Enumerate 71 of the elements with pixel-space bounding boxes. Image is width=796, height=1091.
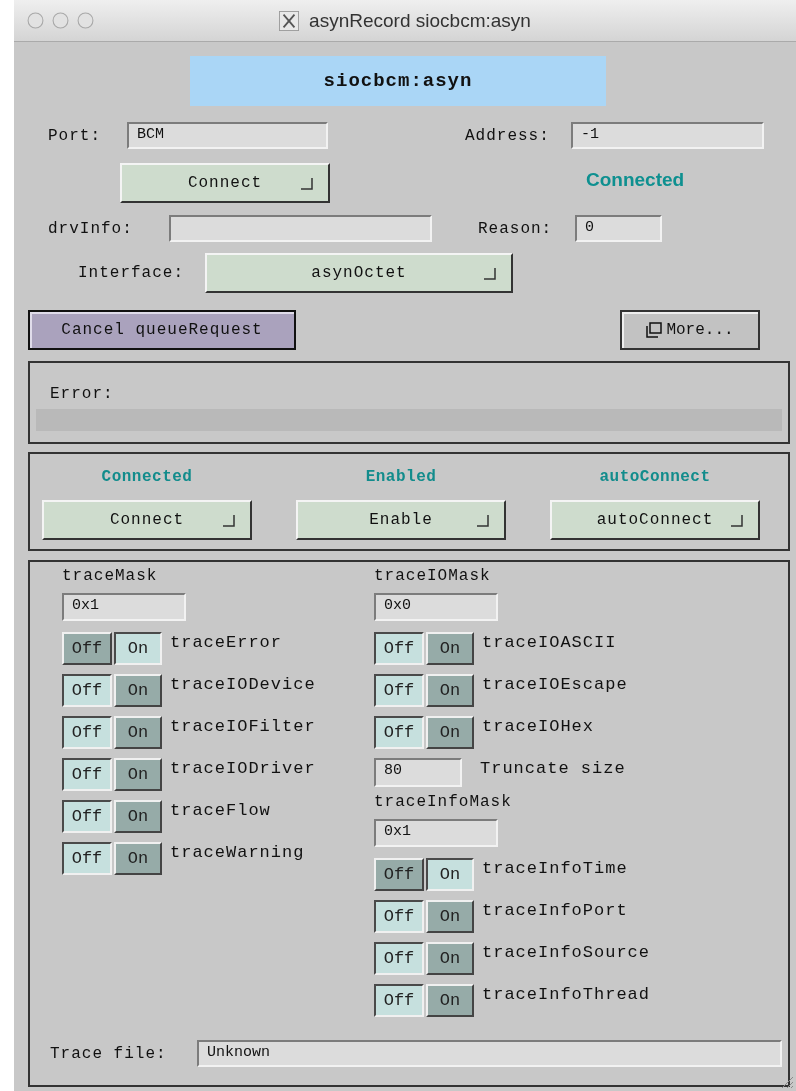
bit-label: traceIOFilter: [170, 716, 316, 738]
truncate-size-field[interactable]: 80: [374, 758, 462, 787]
reason-label: Reason:: [478, 219, 554, 238]
control-button[interactable]: Enable: [296, 500, 506, 540]
status-label: autoConnect: [599, 468, 711, 488]
off-button[interactable]: Off: [62, 758, 112, 791]
on-button[interactable]: On: [426, 984, 474, 1017]
window-title: asynRecord siocbcm:asyn: [309, 9, 531, 32]
connection-status: Connected: [586, 169, 685, 191]
address-field[interactable]: -1: [571, 122, 764, 149]
off-button[interactable]: Off: [374, 900, 424, 933]
on-button[interactable]: On: [426, 942, 474, 975]
error-label: Error:: [49, 385, 115, 403]
on-button[interactable]: On: [426, 900, 474, 933]
bit-label: traceIOASCII: [482, 632, 617, 654]
on-button[interactable]: On: [114, 674, 162, 707]
off-button[interactable]: Off: [374, 674, 424, 707]
bit-label: traceInfoThread: [482, 984, 651, 1006]
bit-label: traceIOHex: [482, 716, 595, 738]
on-button[interactable]: On: [114, 842, 162, 875]
on-button[interactable]: On: [426, 632, 474, 665]
off-button[interactable]: Off: [62, 716, 112, 749]
off-button[interactable]: Off: [374, 984, 424, 1017]
port-label: Port:: [48, 126, 102, 145]
connect-button[interactable]: Connect: [120, 163, 330, 203]
record-name-banner: siocbcm:asyn: [190, 56, 606, 106]
off-button[interactable]: Off: [62, 800, 112, 833]
address-label: Address:: [465, 126, 551, 145]
interface-label: Interface:: [78, 264, 185, 282]
bit-label: traceWarning: [170, 842, 305, 864]
off-button[interactable]: Off: [374, 716, 424, 749]
off-button[interactable]: Off: [374, 632, 424, 665]
off-button[interactable]: Off: [62, 632, 112, 665]
off-button[interactable]: Off: [62, 674, 112, 707]
mask-field[interactable]: 0x1: [62, 593, 186, 621]
interface-dropdown[interactable]: asynOctet: [205, 253, 513, 293]
mask-field[interactable]: 0x1: [374, 819, 498, 847]
on-button[interactable]: On: [114, 758, 162, 791]
on-button[interactable]: On: [426, 716, 474, 749]
bit-label: traceFlow: [170, 800, 271, 822]
bit-label: traceIOEscape: [482, 674, 628, 696]
status-label: Connected: [101, 468, 193, 488]
control-button[interactable]: autoConnect: [550, 500, 760, 540]
cancel-queue-request-button[interactable]: Cancel queueRequest: [28, 310, 296, 350]
more-button[interactable]: More...: [620, 310, 760, 350]
mask-label: traceIOMask: [374, 567, 491, 587]
truncate-size-label: Truncate size: [480, 758, 626, 780]
reason-field[interactable]: 0: [575, 215, 662, 242]
on-button[interactable]: On: [114, 716, 162, 749]
bit-label: traceInfoSource: [482, 942, 651, 964]
mask-label: traceMask: [62, 567, 158, 587]
on-button[interactable]: On: [426, 858, 474, 891]
bit-label: traceInfoTime: [482, 858, 628, 880]
on-button[interactable]: On: [114, 632, 162, 665]
off-button[interactable]: Off: [374, 942, 424, 975]
mask-label: traceInfoMask: [374, 793, 512, 813]
status-label: Enabled: [365, 468, 437, 488]
bit-label: traceIODriver: [170, 758, 316, 780]
bit-label: traceError: [170, 632, 283, 654]
mask-field[interactable]: 0x0: [374, 593, 498, 621]
control-button[interactable]: Connect: [42, 500, 252, 540]
off-button[interactable]: Off: [62, 842, 112, 875]
on-button[interactable]: On: [426, 674, 474, 707]
port-field[interactable]: BCM: [127, 122, 328, 149]
bit-label: traceInfoPort: [482, 900, 628, 922]
off-button[interactable]: Off: [374, 858, 424, 891]
on-button[interactable]: On: [114, 800, 162, 833]
bit-label: traceIODevice: [170, 674, 316, 696]
trace-file-field[interactable]: Unknown: [197, 1040, 782, 1067]
drvinfo-label: drvInfo:: [48, 219, 134, 238]
trace-file-label: Trace file:: [50, 1044, 168, 1063]
